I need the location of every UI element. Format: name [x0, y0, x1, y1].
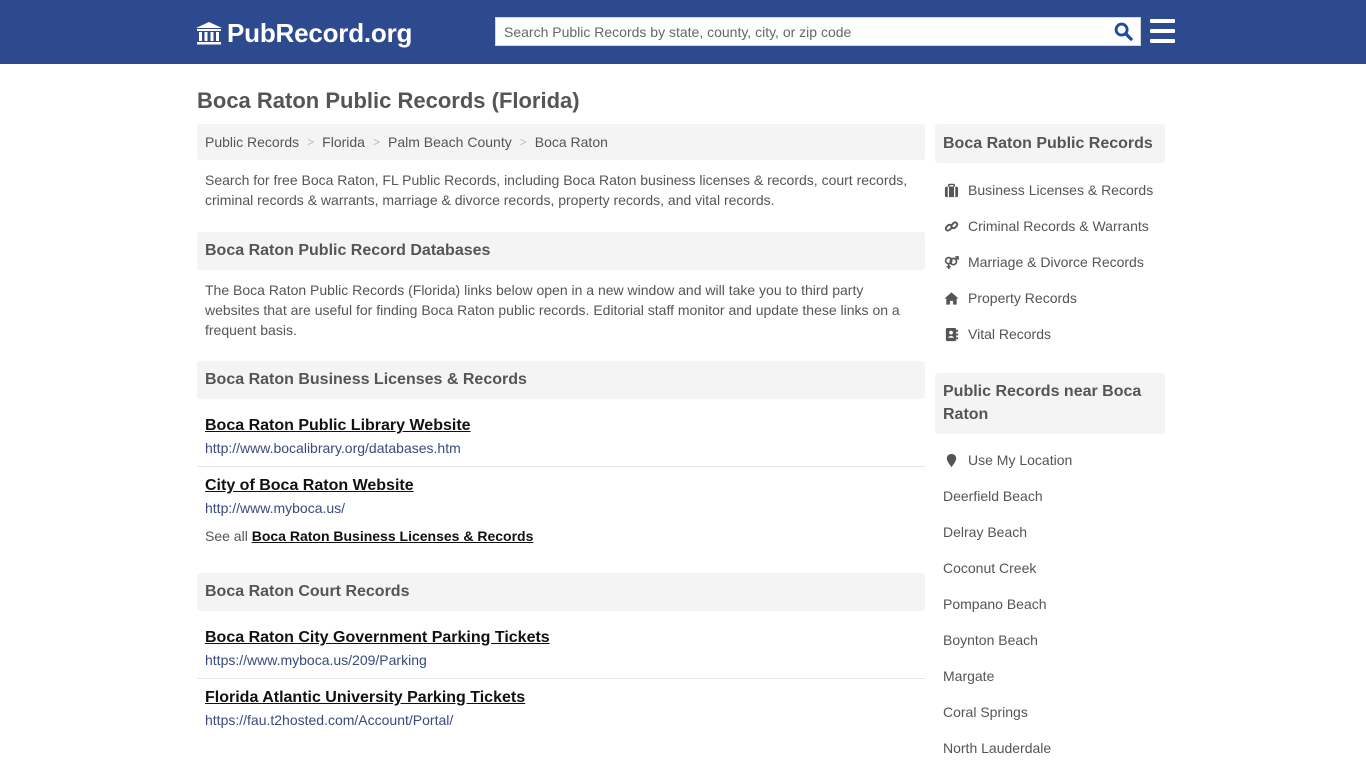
- sidebar-nearby-list: Use My Location Deerfield Beach Delray B…: [935, 442, 1165, 766]
- top-navbar: PubRecord.org: [0, 0, 1366, 64]
- sidebar: Boca Raton Public Records Business Licen…: [935, 124, 1165, 766]
- menu-bar: [1150, 39, 1175, 43]
- sidebar-item-label: Property Records: [968, 290, 1077, 306]
- nearby-city-link[interactable]: Margate: [935, 658, 1165, 694]
- see-all-prefix: See all: [205, 528, 248, 544]
- main-content: Public Records > Florida > Palm Beach Co…: [197, 124, 925, 728]
- use-my-location-button[interactable]: Use My Location: [935, 442, 1165, 478]
- logo-text: PubRecord.org: [227, 18, 413, 48]
- search-button[interactable]: [1106, 18, 1140, 45]
- nearby-city-link[interactable]: Boynton Beach: [935, 622, 1165, 658]
- divider: [197, 678, 925, 679]
- sidebar-item-business-licenses[interactable]: Business Licenses & Records: [935, 172, 1165, 208]
- resource-link-url: http://www.myboca.us/: [205, 500, 346, 516]
- menu-bar: [1150, 29, 1175, 33]
- breadcrumb-separator: >: [372, 135, 380, 149]
- hamburger-menu-button[interactable]: [1150, 19, 1175, 43]
- divider: [197, 466, 925, 467]
- breadcrumb: Public Records > Florida > Palm Beach Co…: [197, 124, 925, 160]
- resource-link-url: https://www.myboca.us/209/Parking: [205, 652, 427, 668]
- sidebar-item-label: Vital Records: [968, 326, 1052, 342]
- page-title: Boca Raton Public Records (Florida): [197, 88, 580, 113]
- intro-text: Search for free Boca Raton, FL Public Re…: [205, 172, 908, 208]
- menu-bar: [1150, 19, 1175, 23]
- briefcase-icon: [943, 182, 960, 198]
- resource-link-url: https://fau.t2hosted.com/Account/Portal/: [205, 712, 454, 728]
- see-all-business-licenses-link[interactable]: Boca Raton Business Licenses & Records: [252, 528, 534, 544]
- search-bar: [495, 17, 1141, 46]
- sidebar-records-list: Business Licenses & Records Criminal Rec…: [935, 172, 1165, 352]
- sidebar-records-heading: Boca Raton Public Records: [935, 124, 1165, 163]
- resource-link-title[interactable]: Florida Atlantic University Parking Tick…: [205, 689, 525, 707]
- court-records-heading: Boca Raton Court Records: [197, 573, 925, 611]
- sidebar-item-label: Criminal Records & Warrants: [968, 218, 1149, 234]
- sidebar-item-marriage-divorce[interactable]: Marriage & Divorce Records: [935, 244, 1165, 280]
- resource-link-title[interactable]: Boca Raton City Government Parking Ticke…: [205, 629, 550, 647]
- see-all-row: See all Boca Raton Business Licenses & R…: [197, 528, 925, 544]
- breadcrumb-palm-beach-county[interactable]: Palm Beach County: [388, 134, 512, 150]
- resource-link-item: Boca Raton City Government Parking Ticke…: [197, 629, 925, 668]
- databases-heading: Boca Raton Public Record Databases: [197, 232, 925, 270]
- nearby-city-link[interactable]: Delray Beach: [935, 514, 1165, 550]
- resource-link-item: City of Boca Raton Website http://www.my…: [197, 477, 925, 516]
- map-marker-icon: [943, 452, 960, 468]
- sidebar-nearby-heading: Public Records near Boca Raton: [935, 373, 1165, 434]
- breadcrumb-separator: >: [519, 135, 527, 149]
- resource-link-item: Florida Atlantic University Parking Tick…: [197, 689, 925, 728]
- address-book-icon: [943, 326, 960, 342]
- sidebar-item-vital-records[interactable]: Vital Records: [935, 316, 1165, 352]
- resource-link-item: Boca Raton Public Library Website http:/…: [197, 417, 925, 456]
- sidebar-item-label: Marriage & Divorce Records: [968, 254, 1144, 270]
- institution-icon: [196, 21, 222, 44]
- sidebar-item-criminal-records[interactable]: Criminal Records & Warrants: [935, 208, 1165, 244]
- sidebar-item-property-records[interactable]: Property Records: [935, 280, 1165, 316]
- sidebar-item-label: Business Licenses & Records: [968, 182, 1154, 198]
- breadcrumb-public-records[interactable]: Public Records: [205, 134, 299, 150]
- breadcrumb-florida[interactable]: Florida: [322, 134, 365, 150]
- nearby-city-link[interactable]: North Lauderdale: [935, 730, 1165, 766]
- nearby-city-link[interactable]: Coconut Creek: [935, 550, 1165, 586]
- link-icon: [943, 218, 960, 234]
- search-input[interactable]: [496, 18, 1106, 45]
- gender-icon: [943, 254, 960, 270]
- resource-link-title[interactable]: City of Boca Raton Website: [205, 477, 414, 495]
- nearby-city-link[interactable]: Pompano Beach: [935, 586, 1165, 622]
- nearby-city-link[interactable]: Coral Springs: [935, 694, 1165, 730]
- nearby-city-link[interactable]: Deerfield Beach: [935, 478, 1165, 514]
- databases-description: The Boca Raton Public Records (Florida) …: [205, 282, 900, 338]
- breadcrumb-separator: >: [307, 135, 315, 149]
- use-my-location-label: Use My Location: [968, 452, 1073, 468]
- search-icon: [1114, 22, 1133, 41]
- breadcrumb-boca-raton[interactable]: Boca Raton: [535, 134, 608, 150]
- site-logo[interactable]: PubRecord.org: [195, 18, 412, 49]
- home-icon: [943, 290, 960, 306]
- business-licenses-heading: Boca Raton Business Licenses & Records: [197, 361, 925, 399]
- resource-link-title[interactable]: Boca Raton Public Library Website: [205, 417, 471, 435]
- resource-link-url: http://www.bocalibrary.org/databases.htm: [205, 440, 461, 456]
